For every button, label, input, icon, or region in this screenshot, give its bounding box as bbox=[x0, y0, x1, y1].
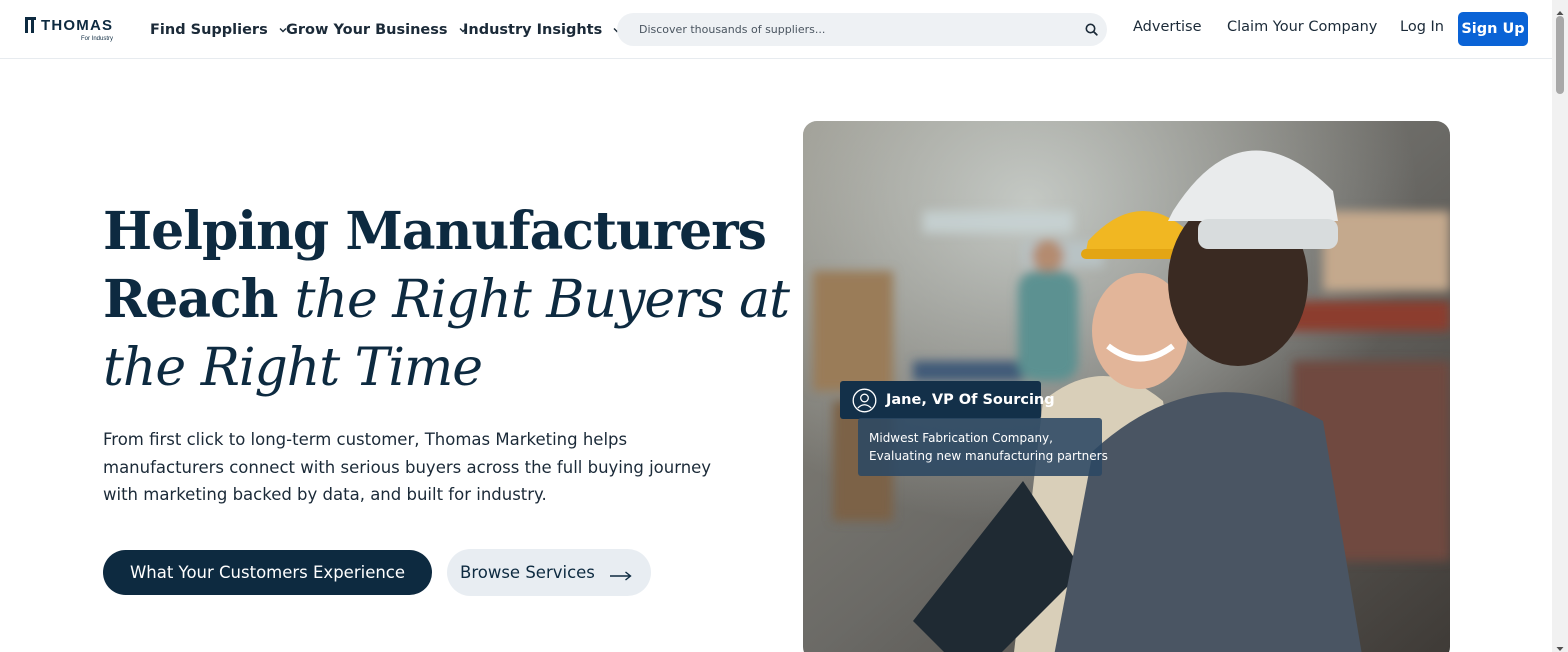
page-scrollbar[interactable] bbox=[1552, 0, 1568, 652]
login-link[interactable]: Log In bbox=[1400, 19, 1444, 35]
search-input[interactable] bbox=[639, 21, 1069, 38]
scroll-up-arrow-icon[interactable] bbox=[1555, 3, 1565, 15]
arrow-right-icon bbox=[609, 567, 633, 581]
logo-mark-icon bbox=[25, 17, 37, 33]
supplier-search bbox=[617, 13, 1107, 46]
persona-name: Jane, VP Of Sourcing bbox=[886, 392, 1055, 408]
headline-reach: Reach bbox=[103, 269, 278, 330]
signup-button[interactable]: Sign Up bbox=[1458, 12, 1528, 46]
nav-find-suppliers-label: Find Suppliers bbox=[150, 22, 268, 38]
nav-grow-your-business-label: Grow Your Business bbox=[286, 22, 448, 38]
persona-activity: Evaluating new manufacturing partners bbox=[869, 449, 1108, 463]
browse-services-label: Browse Services bbox=[460, 563, 595, 582]
customer-experience-button[interactable]: What Your Customers Experience bbox=[103, 550, 432, 595]
hero-headline: Helping Manufacturers Reach the Right Bu… bbox=[103, 198, 790, 402]
thomas-logo[interactable]: THOMAS For Industry bbox=[25, 15, 117, 45]
persona-tag: Jane, VP Of Sourcing bbox=[840, 381, 1055, 419]
persona-company: Midwest Fabrication Company, bbox=[869, 431, 1053, 445]
nav-industry-insights-label: Industry Insights bbox=[463, 22, 603, 38]
browse-services-button[interactable]: Browse Services bbox=[447, 549, 651, 596]
nav-industry-insights[interactable]: Industry Insights bbox=[463, 19, 624, 41]
search-icon[interactable] bbox=[1084, 22, 1099, 37]
site-header: THOMAS For Industry Find Suppliers Grow … bbox=[0, 0, 1552, 59]
headline-line-1: Helping Manufacturers bbox=[103, 201, 767, 262]
nav-find-suppliers[interactable]: Find Suppliers bbox=[150, 19, 290, 41]
nav-grow-your-business[interactable]: Grow Your Business bbox=[286, 19, 470, 41]
hero-description: From first click to long-term customer, … bbox=[103, 430, 712, 504]
scrollbar-thumb[interactable] bbox=[1556, 16, 1564, 94]
persona-details-card: Midwest Fabrication Company, Evaluating … bbox=[858, 418, 1108, 476]
headline-italic-line-3: the Right Time bbox=[103, 338, 483, 398]
claim-company-link[interactable]: Claim Your Company bbox=[1227, 19, 1377, 35]
logo-tagline: For Industry bbox=[81, 36, 114, 42]
scroll-down-arrow-icon[interactable] bbox=[1555, 639, 1565, 651]
advertise-link[interactable]: Advertise bbox=[1133, 19, 1202, 35]
user-avatar-icon bbox=[852, 388, 877, 413]
logo-wordmark: THOMAS bbox=[41, 17, 114, 34]
headline-italic-line-2: the Right Buyers at bbox=[294, 270, 790, 330]
